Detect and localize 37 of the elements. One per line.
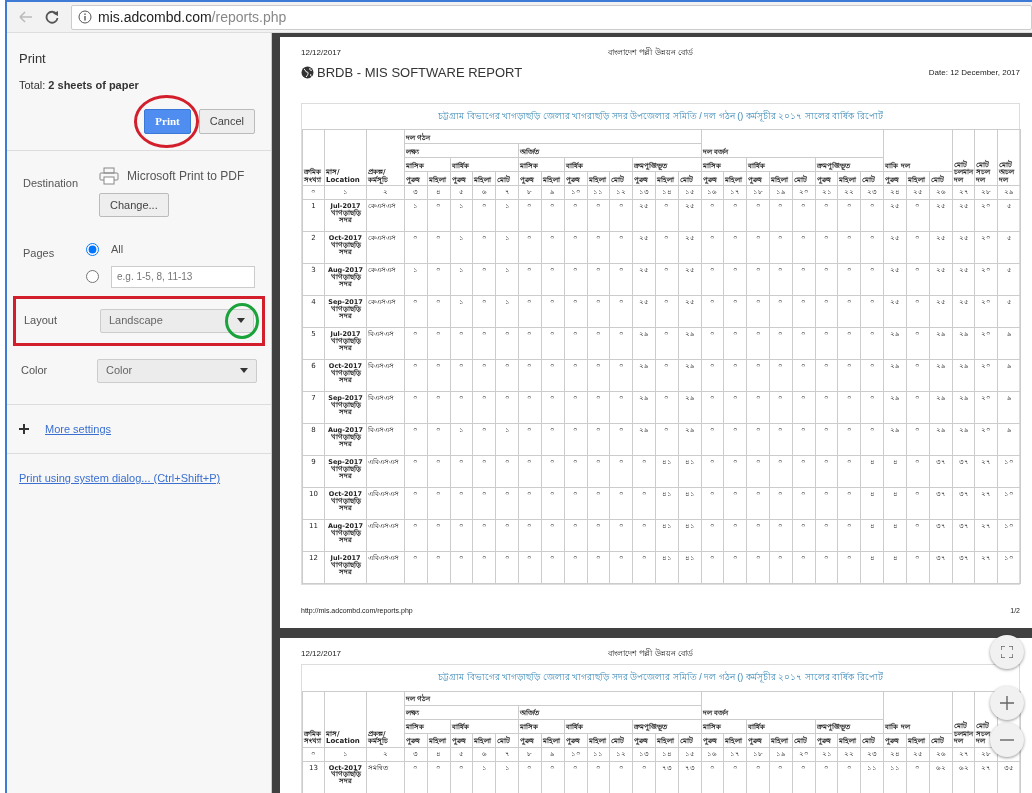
minus-icon bbox=[1000, 739, 1014, 741]
select-field[interactable]: Landscape bbox=[100, 308, 254, 333]
field-label: Pages bbox=[23, 246, 56, 261]
field-label: Layout bbox=[24, 313, 59, 329]
reload-icon[interactable] bbox=[45, 10, 59, 24]
option-label: All bbox=[111, 242, 124, 257]
plus-icon bbox=[19, 423, 29, 434]
radio-button[interactable] bbox=[86, 270, 99, 283]
fullscreen-icon bbox=[1001, 646, 1013, 658]
select-field[interactable]: Color bbox=[97, 358, 257, 383]
field-label: Destination bbox=[23, 175, 80, 191]
print-button[interactable]: Print bbox=[144, 109, 191, 134]
organization-name: বাংলাদেশ পল্লী উন্নয়ন বোর্ড bbox=[608, 48, 693, 57]
info-icon bbox=[78, 10, 92, 24]
address-field[interactable]: mis.adcombd.com/reports.php bbox=[71, 4, 1032, 30]
sheet-total: Total: 2 sheets of paper bbox=[19, 77, 140, 93]
dropdown-arrow-icon bbox=[240, 368, 248, 373]
report-date: Date: 12 December, 2017 bbox=[928, 66, 1020, 79]
dropdown-arrow-icon bbox=[237, 318, 245, 323]
print-date: 12/12/2017 bbox=[301, 648, 342, 660]
table-title: চট্টগ্রাম বিভাগের খাগড়াছড়ি জেলার খাগরাছড়ি সদর উপজেলার সমিতি / দল গঠন () কর্মসূচীর ২০১৭ সালের বার্ষিক রিপোর্ট bbox=[438, 672, 883, 682]
field-label: Color bbox=[21, 363, 49, 379]
panel-title: Print bbox=[19, 50, 47, 68]
printer-icon bbox=[99, 166, 119, 185]
organization-name: বাংলাদেশ পল্লী উন্নয়ন বোর্ড bbox=[608, 649, 693, 658]
print-date: 12/12/2017 bbox=[301, 47, 342, 59]
report-title: BRDB - MIS SOFTWARE REPORT bbox=[317, 64, 523, 82]
cancel-button[interactable]: Cancel bbox=[198, 109, 255, 134]
page-range-field[interactable]: e.g. 1-5, 8, 11-13 bbox=[111, 265, 255, 288]
radio-button[interactable] bbox=[86, 242, 99, 256]
printer-name: Microsoft Print to PDF bbox=[127, 167, 245, 185]
change-button[interactable]: Change... bbox=[99, 192, 169, 217]
system-dialog-link[interactable]: Print using system dialog... (Ctrl+Shift+P) bbox=[19, 472, 221, 484]
more-settings-link[interactable]: More settings bbox=[45, 420, 112, 437]
plus-icon bbox=[1000, 696, 1014, 710]
table-title: চট্টগ্রাম বিভাগের খাগড়াছড়ি জেলার খাগরাছড়ি সদর উপজেলার সমিতি / দল গঠন () কর্মসূচীর ২০১৭ সালের বার্ষিক রিপোর্ট bbox=[438, 110, 883, 121]
globe-icon bbox=[301, 66, 314, 80]
